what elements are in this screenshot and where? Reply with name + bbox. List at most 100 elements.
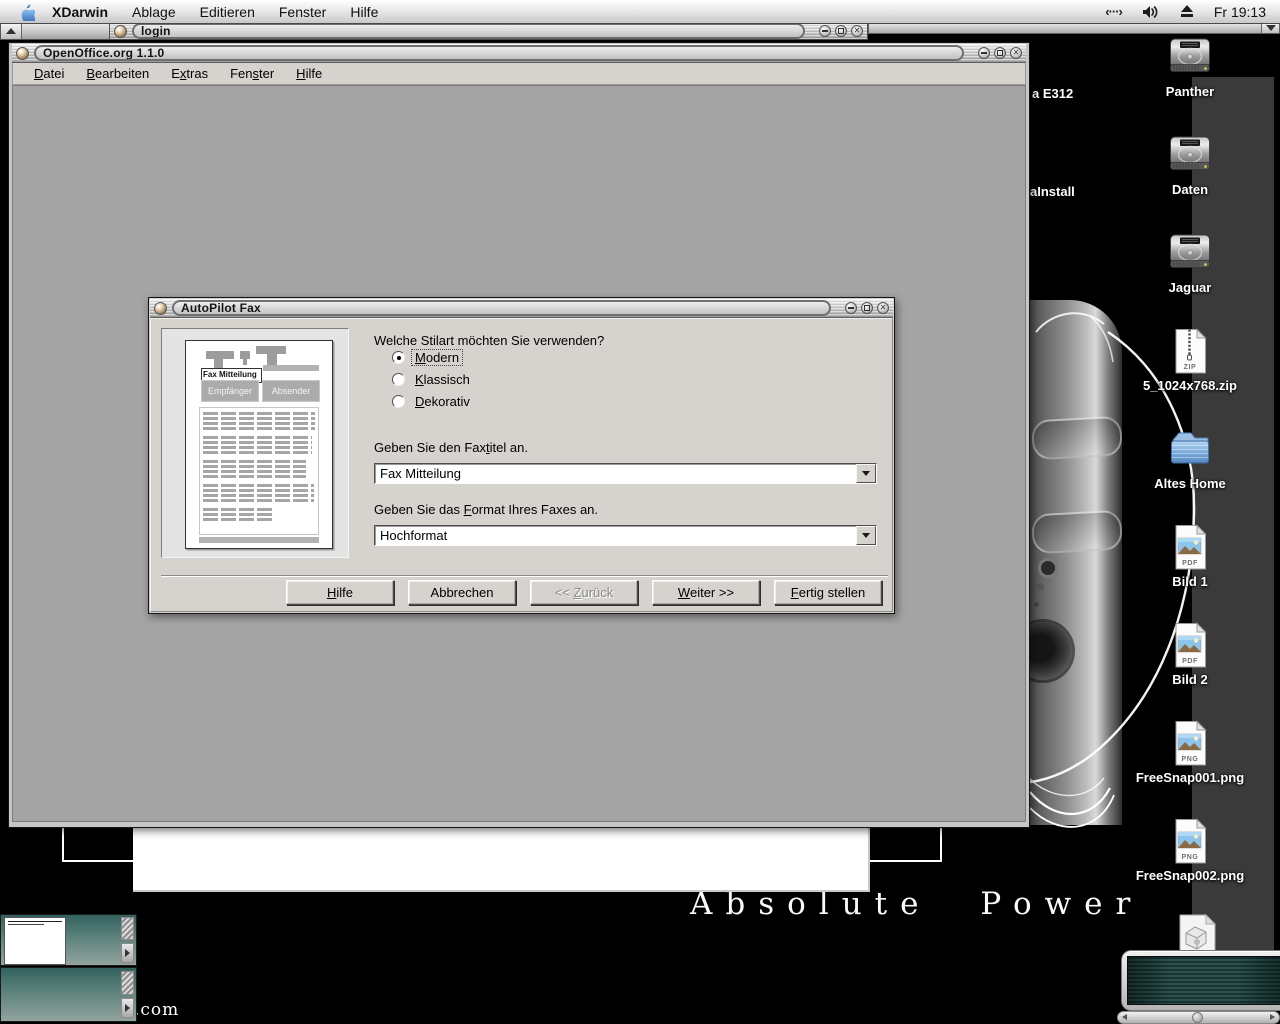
dropdown-arrow-icon[interactable]: [856, 526, 876, 545]
login-window-titlebar[interactable]: login ✕: [110, 22, 868, 40]
tower-power-button: [1038, 558, 1058, 578]
radio-button-icon[interactable]: [392, 395, 405, 408]
icon-label: FreeSnap002.png: [1128, 868, 1252, 883]
doc-icon: PNG: [1166, 720, 1214, 768]
file-type-badge: PDF: [1166, 658, 1214, 665]
scroll-right-arrow-icon[interactable]: [121, 943, 134, 963]
desktop-icon-panther[interactable]: Panther: [1128, 34, 1252, 99]
horizontal-scrollbar[interactable]: [1117, 1011, 1280, 1024]
fax-title-combobox[interactable]: Fax Mitteilung: [374, 463, 877, 484]
title-capsule: login: [132, 23, 805, 39]
dialog-button-zurück[interactable]: << Zurück: [530, 580, 638, 605]
menu-hilfe[interactable]: Hilfe: [350, 4, 378, 20]
icon-label: 5_1024x768.zip: [1128, 378, 1252, 393]
icon-label: Bild 1: [1128, 574, 1252, 589]
office-menu-extras[interactable]: Extras: [160, 64, 219, 83]
autopilot-fax-dialog: AutoPilot Fax ✕ Fax Mitteilung: [148, 297, 895, 614]
office-menu-datei[interactable]: Datei: [23, 64, 75, 83]
preview-sender-field: Absender: [262, 380, 320, 402]
scroll-right-arrow-icon[interactable]: [121, 998, 134, 1018]
radio-label: Dekorativ: [412, 394, 473, 409]
eject-icon[interactable]: [1180, 5, 1194, 18]
desktop-icon-bild-1[interactable]: PDF Bild 1: [1128, 524, 1252, 589]
window-orb-icon[interactable]: [16, 47, 29, 60]
tower-button: [1036, 583, 1044, 591]
menu-fenster[interactable]: Fenster: [279, 4, 326, 20]
shaded-window-3[interactable]: [1121, 950, 1280, 1011]
minimize-button[interactable]: [845, 302, 857, 314]
desktop-icon-freesnap001-png[interactable]: PNGFreeSnap001.png: [1128, 720, 1252, 785]
scroll-up-arrow-icon[interactable]: [1, 23, 22, 39]
openoffice-titlebar[interactable]: OpenOffice.org 1.1.0 ✕: [12, 44, 1026, 63]
office-menu-fenster[interactable]: Fenster: [219, 64, 285, 83]
desktop-icon-jaguar[interactable]: Jaguar: [1128, 230, 1252, 295]
maximize-button[interactable]: [994, 47, 1006, 59]
close-button[interactable]: ✕: [877, 302, 889, 314]
doc-icon: PDF: [1166, 622, 1214, 670]
apple-menu[interactable]: [20, 3, 35, 21]
resize-grip[interactable]: [121, 971, 134, 995]
dialog-button-hilfe[interactable]: Hilfe: [286, 580, 394, 605]
maximize-button[interactable]: [861, 302, 873, 314]
office-menu-bearbeiten[interactable]: Bearbeiten: [75, 64, 160, 83]
desktop-icon-altes-home[interactable]: Altes Home: [1128, 426, 1252, 491]
radio-label: Modern: [412, 350, 462, 365]
style-option-klassisch[interactable]: Klassisch: [392, 372, 473, 387]
powermac-tower-image: [1028, 300, 1122, 825]
resize-grip[interactable]: [121, 917, 134, 940]
close-button[interactable]: ✕: [851, 25, 863, 37]
file-type-badge: ZIP: [1166, 364, 1214, 371]
zip-icon: ZIP: [1166, 328, 1214, 376]
maximize-button[interactable]: [835, 25, 847, 37]
tower-handle-recess: [1031, 510, 1122, 555]
menu-ablage[interactable]: Ablage: [132, 4, 176, 20]
desktop-icon-daten[interactable]: Daten: [1128, 132, 1252, 197]
volume-icon[interactable]: [1142, 5, 1160, 19]
dialog-button-abbrechen[interactable]: Abbrechen: [408, 580, 516, 605]
close-button[interactable]: ✕: [1010, 47, 1022, 59]
dialog-button-fertig-stellen[interactable]: Fertig stellen: [774, 580, 882, 605]
radio-button-icon[interactable]: [392, 351, 405, 364]
menu-editieren[interactable]: Editieren: [200, 4, 255, 20]
scroll-right-arrow-icon[interactable]: [1270, 1014, 1275, 1020]
desktop-icon-5-1024x768-zip[interactable]: ZIP 5_1024x768.zip: [1128, 328, 1252, 393]
shaded-window-content: [1127, 956, 1280, 1005]
preview-body-text: [199, 407, 319, 535]
scrollbar-thumb[interactable]: [1192, 1012, 1203, 1023]
window-orb-icon[interactable]: [154, 302, 167, 315]
input-menu-icon[interactable]: [1105, 4, 1122, 19]
style-option-dekorativ[interactable]: Dekorativ: [392, 394, 473, 409]
minimize-button[interactable]: [819, 25, 831, 37]
shaded-window-2[interactable]: [0, 967, 137, 1022]
background-white-window: [133, 828, 870, 892]
titlebar-stub[interactable]: [0, 22, 110, 40]
dropdown-arrow-icon[interactable]: [856, 464, 876, 483]
desktop-icon-bild-2[interactable]: PDFBild 2: [1128, 622, 1252, 687]
icon-label: Panther: [1128, 84, 1252, 99]
menu-app-name[interactable]: XDarwin: [52, 4, 108, 20]
scroll-left-arrow-icon[interactable]: [1122, 1014, 1127, 1020]
fax-title-label: Geben Sie den Faxtitel an.: [374, 440, 528, 455]
tower-speaker: [1028, 622, 1072, 680]
scroll-down-arrow-icon[interactable]: [1261, 23, 1279, 33]
menubar-clock[interactable]: Fr 19:13: [1214, 4, 1266, 20]
dialog-button-weiter[interactable]: Weiter >>: [652, 580, 760, 605]
dialog-titlebar[interactable]: AutoPilot Fax ✕: [150, 299, 893, 318]
doc-icon: PDF: [1166, 524, 1214, 572]
login-window-title: login: [134, 25, 178, 37]
radio-label: Klassisch: [412, 372, 473, 387]
style-option-modern[interactable]: Modern: [392, 350, 473, 365]
dialog-title: AutoPilot Fax: [174, 302, 268, 314]
dialog-body: Fax Mitteilung Empfänger Absender Welche…: [150, 318, 893, 612]
radio-button-icon[interactable]: [392, 373, 405, 386]
office-menu-hilfe[interactable]: Hilfe: [285, 64, 333, 83]
window-orb-icon[interactable]: [114, 25, 127, 38]
shaded-window-1[interactable]: [0, 914, 137, 966]
openoffice-window-title: OpenOffice.org 1.1.0: [36, 47, 171, 59]
desktop-icon-freesnap002-png[interactable]: PNGFreeSnap002.png: [1128, 818, 1252, 883]
fax-format-value: Hochformat: [375, 526, 856, 545]
minimize-button[interactable]: [978, 47, 990, 59]
desktop: Absolute Power .com PantherDatenJaguarZI…: [0, 0, 1280, 1024]
icon-label: Altes Home: [1128, 476, 1252, 491]
fax-format-combobox[interactable]: Hochformat: [374, 525, 877, 546]
